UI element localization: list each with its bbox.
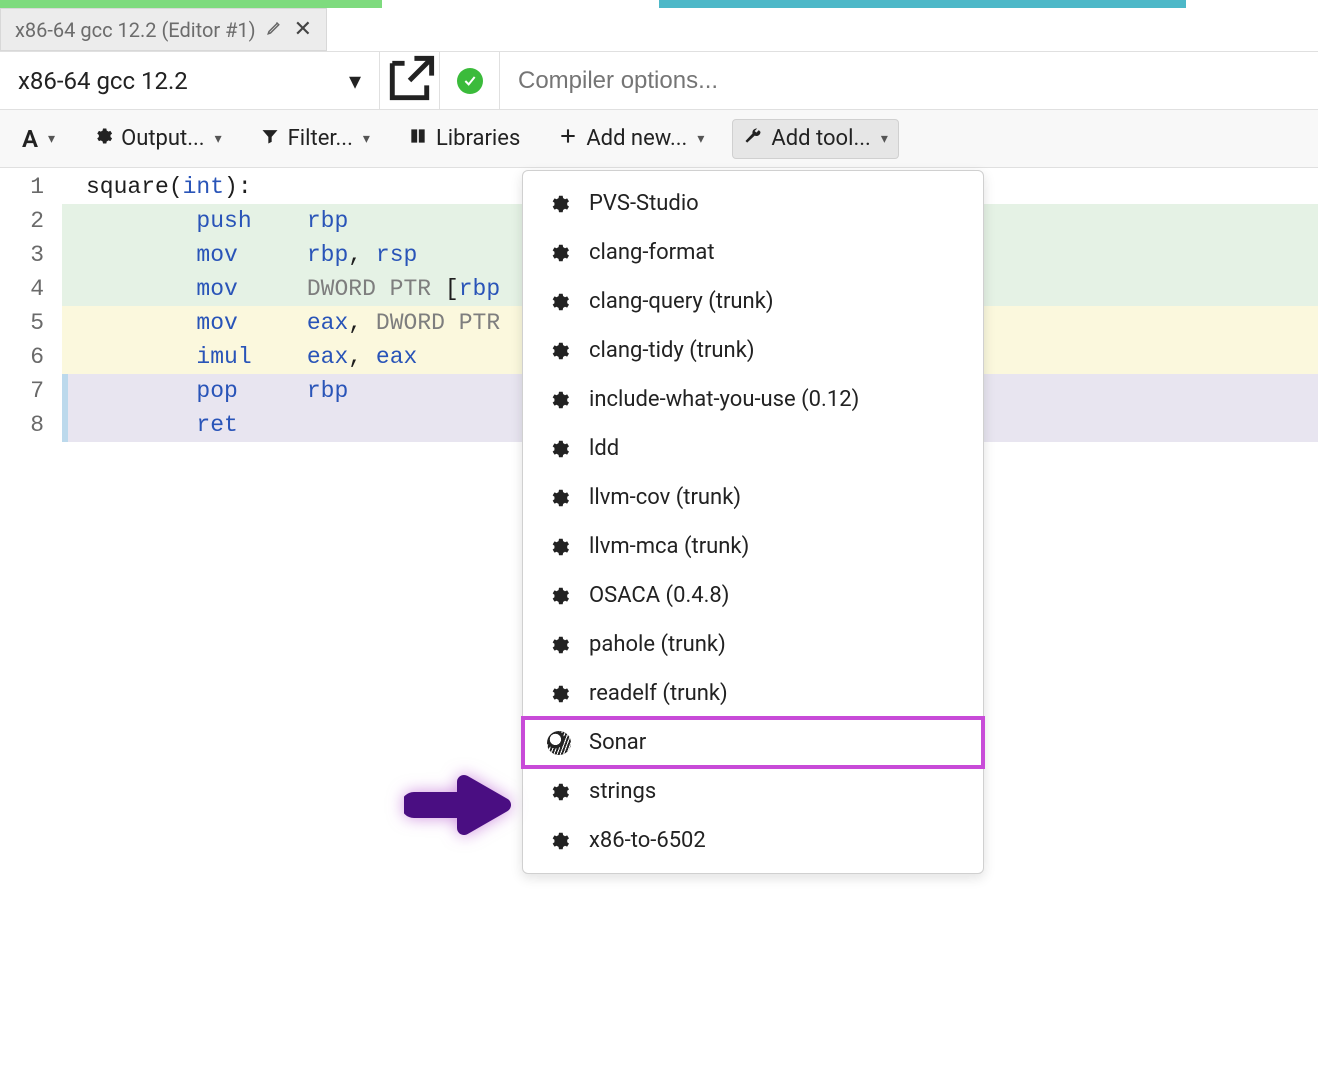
add-tool-menu[interactable]: Add tool... ▾ — [732, 119, 898, 159]
filter-icon — [260, 126, 280, 152]
tab-bar: x86-64 gcc 12.2 (Editor #1) ✕ — [0, 8, 1318, 52]
tool-menu-item-label: include-what-you-use (0.12) — [589, 387, 859, 412]
tool-menu-item[interactable]: clang-format — [523, 228, 983, 277]
gear-icon — [547, 829, 571, 853]
line-number: 7 — [0, 374, 44, 408]
annotation-arrow — [404, 760, 514, 854]
plus-icon — [558, 126, 578, 152]
compiler-select[interactable]: x86-64 gcc 12.2 ▾ — [0, 52, 380, 109]
add-tool-dropdown: PVS-Studio clang-format clang-query (trunk… — [522, 170, 984, 874]
tool-menu-item-label: Sonar — [589, 730, 646, 755]
tool-menu-item[interactable]: pahole (trunk) — [523, 620, 983, 669]
gear-icon — [547, 486, 571, 510]
gear-icon — [547, 633, 571, 657]
tool-menu-item[interactable]: clang-tidy (trunk) — [523, 326, 983, 375]
close-icon[interactable]: ✕ — [294, 17, 312, 42]
compiler-selected-label: x86-64 gcc 12.2 — [18, 67, 188, 95]
tool-menu-item[interactable]: ldd — [523, 424, 983, 473]
tool-menu-item-label: clang-format — [589, 240, 715, 265]
line-number: 6 — [0, 340, 44, 374]
libraries-button[interactable]: Libraries — [398, 120, 530, 158]
line-number: 2 — [0, 204, 44, 238]
tool-menu-item[interactable]: x86-to-6502 — [523, 816, 983, 865]
cursor-indicator — [62, 374, 68, 442]
tool-menu-item-label: clang-query (trunk) — [589, 289, 774, 314]
tool-menu-item-label: pahole (trunk) — [589, 632, 726, 657]
gear-icon — [93, 126, 113, 152]
tool-menu-item-label: readelf (trunk) — [589, 681, 728, 706]
book-icon — [408, 126, 428, 152]
tab-label: x86-64 gcc 12.2 (Editor #1) — [15, 18, 256, 42]
gear-icon — [547, 192, 571, 216]
tool-menu-item[interactable]: llvm-mca (trunk) — [523, 522, 983, 571]
tool-menu-item[interactable]: clang-query (trunk) — [523, 277, 983, 326]
tool-menu-item-label: clang-tidy (trunk) — [589, 338, 755, 363]
caret-down-icon: ▾ — [48, 131, 55, 147]
line-number: 3 — [0, 238, 44, 272]
top-accent-bar — [0, 0, 1318, 8]
tool-menu-item[interactable]: PVS-Studio — [523, 179, 983, 228]
gear-icon — [547, 339, 571, 363]
line-number: 8 — [0, 408, 44, 442]
gear-icon — [547, 388, 571, 412]
compiler-tab[interactable]: x86-64 gcc 12.2 (Editor #1) ✕ — [0, 8, 327, 51]
font-menu[interactable]: A ▾ — [12, 119, 65, 159]
caret-down-icon: ▾ — [215, 131, 222, 147]
compiler-options-input[interactable] — [500, 52, 1318, 109]
tool-menu-item[interactable]: Sonar — [523, 718, 983, 767]
sonar-icon — [547, 731, 571, 755]
tool-menu-item[interactable]: OSACA (0.4.8) — [523, 571, 983, 620]
line-gutter: 12345678 — [0, 168, 62, 442]
tool-menu-item-label: PVS-Studio — [589, 191, 699, 216]
pencil-icon[interactable] — [266, 18, 284, 41]
tool-menu-item-label: llvm-mca (trunk) — [589, 534, 749, 559]
tool-menu-item-label: llvm-cov (trunk) — [589, 485, 741, 510]
gear-icon — [547, 682, 571, 706]
tool-menu-item[interactable]: readelf (trunk) — [523, 669, 983, 718]
line-number: 5 — [0, 306, 44, 340]
check-icon — [457, 68, 483, 94]
caret-down-icon: ▾ — [363, 131, 370, 147]
gear-icon — [547, 780, 571, 804]
tool-menu-item[interactable]: llvm-cov (trunk) — [523, 473, 983, 522]
wrench-icon — [743, 126, 763, 152]
gear-icon — [547, 535, 571, 559]
tool-menu-item-label: OSACA (0.4.8) — [589, 583, 729, 608]
caret-down-icon: ▾ — [349, 67, 361, 95]
gear-icon — [547, 584, 571, 608]
caret-down-icon: ▾ — [697, 131, 704, 147]
tool-menu-item-label: x86-to-6502 — [589, 828, 706, 853]
gear-icon — [547, 241, 571, 265]
line-number: 4 — [0, 272, 44, 306]
open-external-button[interactable] — [380, 52, 440, 109]
add-new-menu[interactable]: Add new... ▾ — [548, 120, 714, 158]
compiler-row: x86-64 gcc 12.2 ▾ — [0, 52, 1318, 110]
compile-status — [440, 52, 500, 109]
filter-menu[interactable]: Filter... ▾ — [250, 120, 380, 158]
tool-menu-item-label: ldd — [589, 436, 619, 461]
tool-menu-item[interactable]: include-what-you-use (0.12) — [523, 375, 983, 424]
gear-icon — [547, 437, 571, 461]
toolbar: A ▾ Output... ▾ Filter... ▾ Libraries Ad… — [0, 110, 1318, 168]
line-number: 1 — [0, 170, 44, 204]
output-menu[interactable]: Output... ▾ — [83, 120, 232, 158]
tool-menu-item[interactable]: strings — [523, 767, 983, 816]
caret-down-icon: ▾ — [881, 131, 888, 147]
gear-icon — [547, 290, 571, 314]
tool-menu-item-label: strings — [589, 779, 656, 804]
